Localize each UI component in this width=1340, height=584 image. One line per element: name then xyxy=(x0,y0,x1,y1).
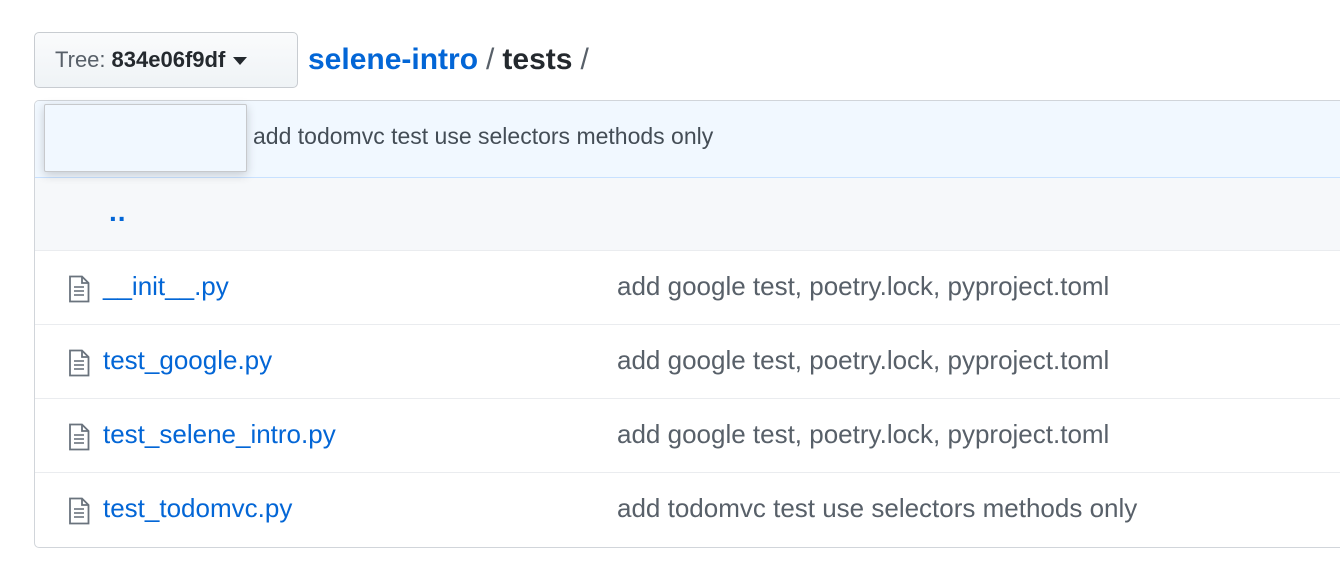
breadcrumb-repo-link[interactable]: selene-intro xyxy=(308,43,478,77)
parent-directory-row: .. xyxy=(35,178,1340,251)
file-commit-message[interactable]: add google test, poetry.lock, pyproject.… xyxy=(617,271,1109,302)
file-icon xyxy=(69,275,90,303)
file-name-link[interactable]: test_google.py xyxy=(103,345,272,376)
file-name-link[interactable]: test_selene_intro.py xyxy=(103,419,336,450)
file-commit-message[interactable]: add google test, poetry.lock, pyproject.… xyxy=(617,419,1109,450)
file-commit-message[interactable]: add google test, poetry.lock, pyproject.… xyxy=(617,345,1109,376)
file-icon xyxy=(69,497,90,525)
breadcrumb-current-dir: tests xyxy=(502,43,573,76)
file-name-link[interactable]: __init__.py xyxy=(103,271,229,302)
breadcrumb: selene-intro / tests / xyxy=(308,40,597,80)
file-commit-message[interactable]: add todomvc test use selectors methods o… xyxy=(617,493,1137,524)
latest-commit-message[interactable]: add todomvc test use selectors methods o… xyxy=(253,123,713,150)
parent-directory-link[interactable]: .. xyxy=(109,196,127,228)
file-row: test_todomvc.py add todomvc test use sel… xyxy=(35,473,1340,547)
file-row: __init__.py add google test, poetry.lock… xyxy=(35,251,1340,325)
tree-sha: 834e06f9df xyxy=(111,47,226,72)
branch-tree-select-button[interactable]: Tree: 834e06f9df xyxy=(34,32,298,88)
file-row: test_google.py add google test, poetry.l… xyxy=(35,325,1340,399)
file-icon xyxy=(69,349,90,377)
caret-down-icon xyxy=(233,57,248,65)
file-icon xyxy=(69,423,90,451)
breadcrumb-separator: / xyxy=(486,43,495,76)
file-row: test_selene_intro.py add google test, po… xyxy=(35,399,1340,473)
hover-popover xyxy=(44,104,247,172)
file-name-link[interactable]: test_todomvc.py xyxy=(103,493,292,524)
breadcrumb-separator-trailing: / xyxy=(580,43,589,76)
tree-label: Tree: xyxy=(55,47,106,72)
